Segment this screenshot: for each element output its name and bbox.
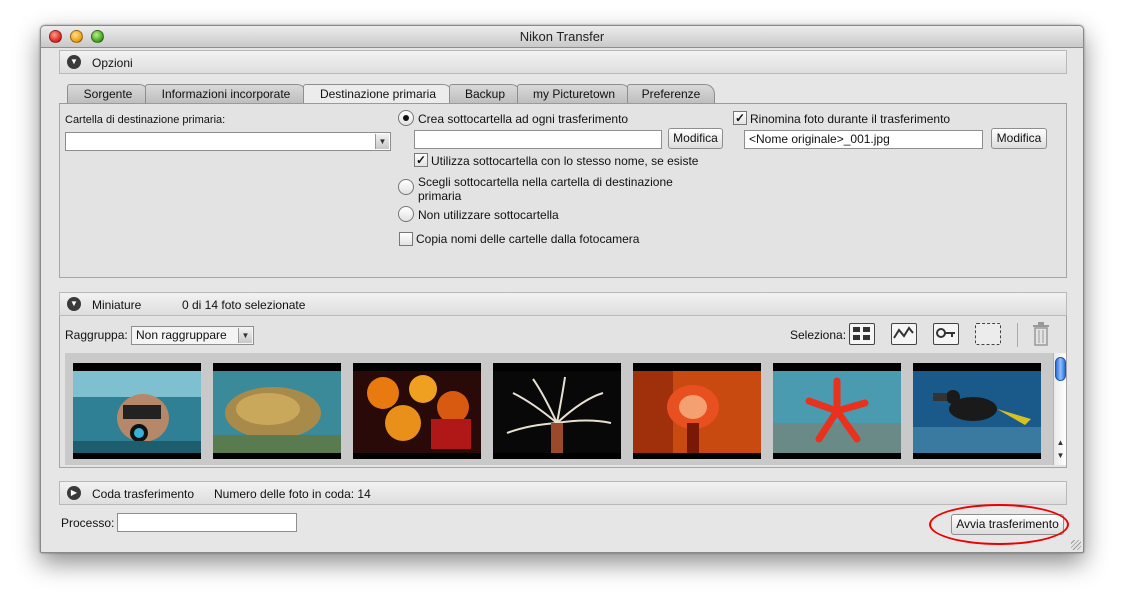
radio-choose-subfolder-label-2: primaria: [418, 189, 462, 203]
tab-destinazione-primaria[interactable]: Destinazione primaria: [303, 84, 453, 105]
thumbnail-7[interactable]: [913, 363, 1041, 459]
thumbnail-5[interactable]: [633, 363, 761, 459]
photo-red-fan-worm: [633, 371, 761, 453]
dropdown-arrow-icon[interactable]: ▼: [375, 134, 389, 149]
process-label: Processo:: [61, 516, 115, 530]
tab-backup[interactable]: Backup: [449, 84, 521, 104]
window-title: Nikon Transfer: [519, 29, 605, 44]
options-panel-header[interactable]: ▼ Opzioni: [59, 50, 1067, 74]
radio-no-subfolder-label: Non utilizzare sottocartella: [418, 208, 559, 222]
select-label: Seleziona:: [790, 328, 847, 342]
thumbnail-scrollbar[interactable]: ▲ ▼: [1053, 353, 1066, 465]
tab-my-picturetown[interactable]: my Picturetown: [517, 84, 631, 104]
use-same-name-label: Utilizza sottocartella con lo stesso nom…: [431, 154, 699, 168]
options-panel-label: Opzioni: [92, 56, 133, 70]
thumbnail-4[interactable]: [493, 363, 621, 459]
dest-folder-label: Cartella di destinazione primaria:: [65, 114, 226, 126]
radio-choose-subfolder[interactable]: [398, 179, 414, 195]
queue-count: Numero delle foto in coda: 14: [214, 487, 371, 501]
scroll-down-icon[interactable]: ▼: [1054, 450, 1067, 462]
disclosure-expanded-icon[interactable]: ▼: [67, 297, 81, 311]
modify-rename-button[interactable]: Modifica: [991, 128, 1047, 149]
modify-subfolder-button[interactable]: Modifica: [668, 128, 723, 149]
close-window-icon[interactable]: [49, 30, 62, 43]
nikon-transfer-window: Nikon Transfer ▼ Opzioni Sorgente Inform…: [40, 25, 1084, 553]
zoom-window-icon[interactable]: [91, 30, 104, 43]
copy-folder-names-checkbox[interactable]: [399, 232, 413, 246]
rename-photos-checkbox[interactable]: ✓: [733, 111, 747, 125]
subfolder-name-field[interactable]: [414, 130, 662, 149]
thumbnail-2[interactable]: [213, 363, 341, 459]
selection-count: 0 di 14 foto selezionate: [182, 298, 306, 312]
highlight-ellipse: [929, 504, 1069, 545]
process-field: [117, 513, 297, 532]
photo-red-starfish: [773, 371, 901, 453]
queue-panel-label: Coda trasferimento: [92, 487, 195, 501]
select-tagged-icon[interactable]: [891, 323, 917, 345]
tab-informazioni-incorporate[interactable]: Informazioni incorporate: [145, 84, 307, 104]
thumbnail-1[interactable]: [73, 363, 201, 459]
deselect-all-icon[interactable]: [975, 323, 1001, 345]
group-value: Non raggruppare: [136, 328, 227, 342]
group-label: Raggruppa:: [65, 328, 128, 342]
copy-folder-names-label: Copia nomi delle cartelle dalla fotocame…: [416, 232, 640, 246]
disclosure-expanded-icon[interactable]: ▼: [67, 55, 81, 69]
disclosure-collapsed-icon[interactable]: ▶: [67, 486, 81, 500]
rename-pattern-field[interactable]: <Nome originale>_001.jpg: [744, 130, 983, 149]
rename-photos-label: Rinomina foto durante il trasferimento: [750, 112, 951, 126]
thumbnails-panel-header[interactable]: ▼ Miniature 0 di 14 foto selezionate: [59, 292, 1067, 316]
toolbar-divider: [1017, 323, 1018, 347]
dest-folder-select[interactable]: ▼: [65, 132, 391, 151]
thumbnails-panel-label: Miniature: [92, 298, 142, 312]
scroll-up-icon[interactable]: ▲: [1054, 437, 1067, 449]
thumbnail-3[interactable]: [353, 363, 481, 459]
options-tabs: Sorgente Informazioni incorporate Destin…: [63, 84, 1067, 105]
radio-create-subfolder-label: Crea sottocartella ad ogni trasferimento: [418, 112, 629, 126]
select-all-icon[interactable]: [849, 323, 875, 345]
minimize-window-icon[interactable]: [70, 30, 83, 43]
photo-orange-coral: [353, 371, 481, 453]
radio-choose-subfolder-label-1: Scegli sottocartella nella cartella di d…: [418, 175, 673, 189]
title-bar[interactable]: Nikon Transfer: [41, 26, 1083, 48]
resize-grip-icon[interactable]: [1071, 540, 1081, 550]
photo-tube-worm: [493, 371, 621, 453]
dropdown-arrow-icon[interactable]: ▼: [238, 328, 252, 343]
scroll-thumb[interactable]: [1055, 357, 1066, 381]
radio-create-subfolder[interactable]: [398, 110, 414, 126]
photo-scuba-diver: [913, 371, 1041, 453]
photo-coral-reef: [213, 371, 341, 453]
thumbnail-6[interactable]: [773, 363, 901, 459]
trash-icon[interactable]: [1031, 322, 1051, 349]
tab-preferenze[interactable]: Preferenze: [627, 84, 715, 104]
photo-snorkeler-camera: [73, 371, 201, 453]
use-same-name-checkbox[interactable]: ✓: [414, 153, 428, 167]
radio-no-subfolder[interactable]: [398, 206, 414, 222]
select-protected-icon[interactable]: [933, 323, 959, 345]
tab-sorgente[interactable]: Sorgente: [67, 84, 149, 104]
group-select[interactable]: Non raggruppare ▼: [131, 326, 254, 345]
queue-panel-header[interactable]: ▶ Coda trasferimento Numero delle foto i…: [59, 481, 1067, 505]
